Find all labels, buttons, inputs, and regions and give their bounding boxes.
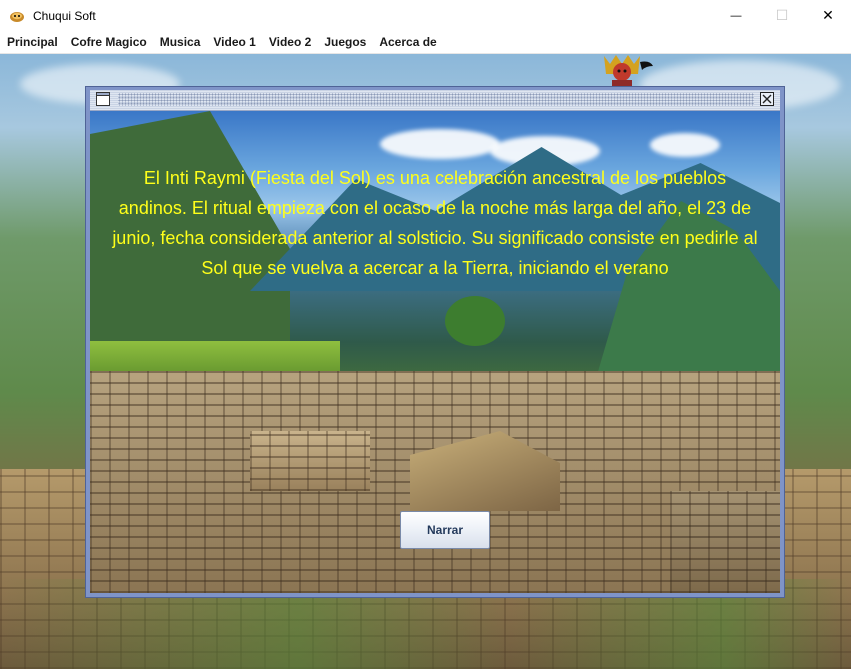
internal-frame-content: El Inti Raymi (Fiesta del Sol) es una ce… (90, 111, 780, 593)
narrar-button[interactable]: Narrar (400, 511, 490, 549)
menu-video-2[interactable]: Video 2 (263, 35, 317, 49)
close-button[interactable]: ✕ (805, 0, 851, 31)
menubar: Principal Cofre Magico Musica Video 1 Vi… (0, 31, 851, 54)
minimize-icon: — (730, 9, 742, 22)
scene-ruins (670, 491, 780, 593)
maximize-icon: ☐ (775, 7, 789, 23)
frame-drag-grip[interactable] (118, 93, 754, 106)
window-controls: — ☐ ✕ (713, 0, 851, 31)
narrative-text: El Inti Raymi (Fiesta del Sol) es una ce… (112, 168, 758, 278)
menu-acerca-de[interactable]: Acerca de (373, 35, 442, 49)
menu-juegos[interactable]: Juegos (318, 35, 372, 49)
menu-musica[interactable]: Musica (154, 35, 207, 49)
internal-frame: El Inti Raymi (Fiesta del Sol) es una ce… (85, 86, 785, 598)
scene-cloud (650, 133, 720, 157)
scene-cloud (380, 129, 500, 159)
mask-logo (604, 55, 653, 88)
frame-icon (96, 92, 110, 106)
scene-ruins (250, 431, 370, 491)
minimize-button[interactable]: — (713, 0, 759, 31)
menu-video-1[interactable]: Video 1 (207, 35, 261, 49)
close-icon: ✕ (822, 7, 834, 23)
app-icon (10, 11, 24, 22)
scene-tree (445, 296, 505, 346)
internal-frame-titlebar[interactable] (90, 90, 780, 111)
frame-close-icon[interactable] (760, 92, 774, 106)
window-title: Chuqui Soft (33, 8, 96, 23)
maximize-button[interactable]: ☐ (759, 0, 805, 31)
machu-picchu-image: El Inti Raymi (Fiesta del Sol) es una ce… (90, 111, 780, 593)
window-titlebar: Chuqui Soft — ☐ ✕ (0, 0, 851, 31)
menu-cofre-magico[interactable]: Cofre Magico (65, 35, 153, 49)
menu-principal[interactable]: Principal (1, 35, 64, 49)
